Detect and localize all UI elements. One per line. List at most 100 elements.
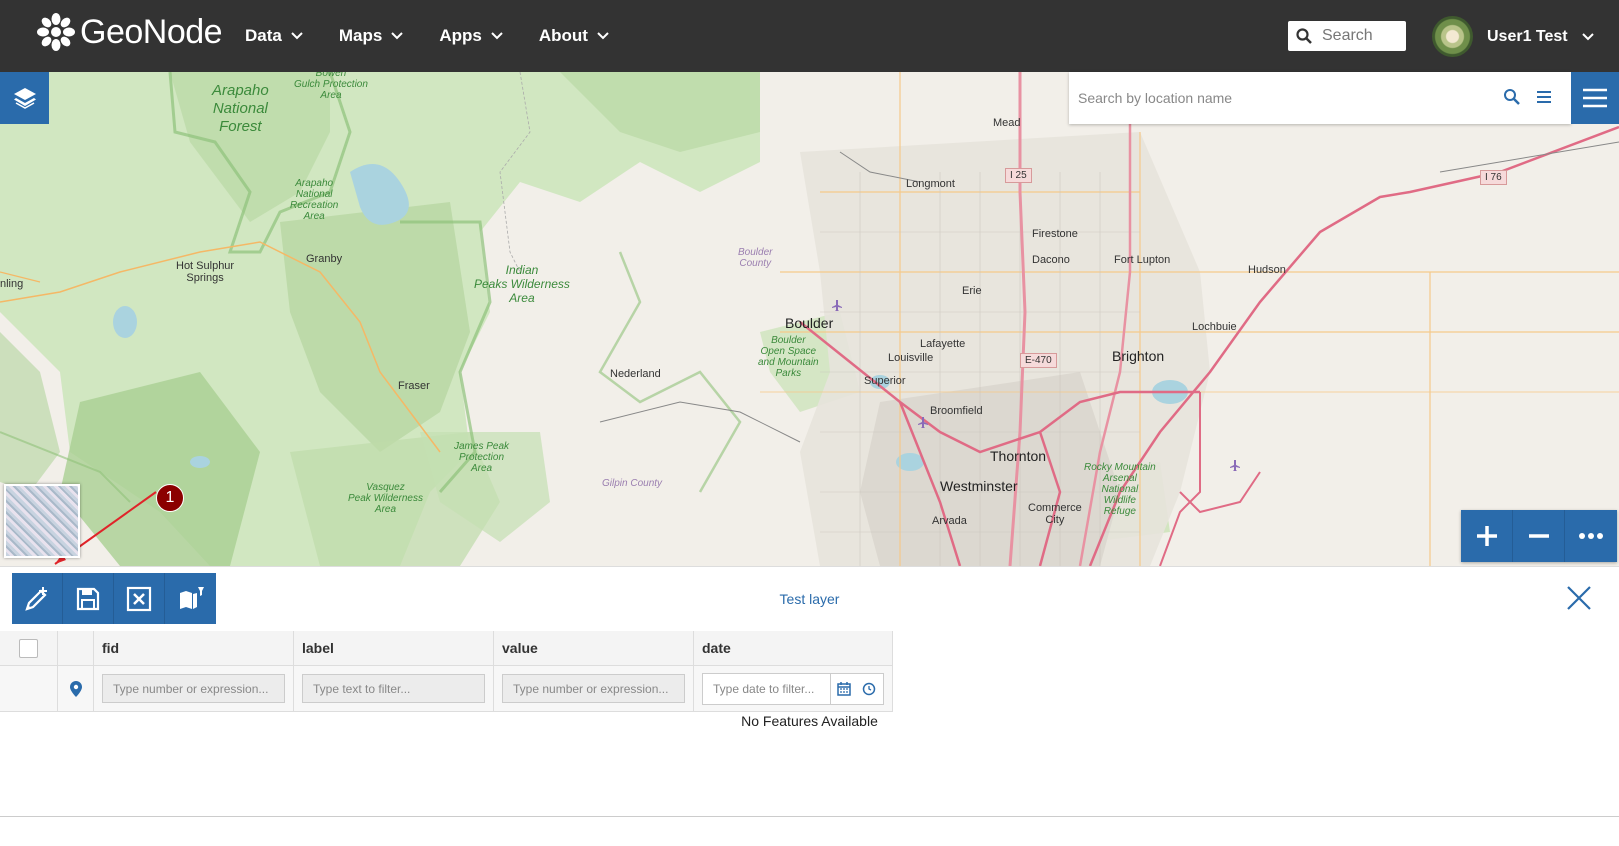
burger-menu-button[interactable] — [1571, 72, 1619, 124]
calendar-icon — [836, 681, 851, 696]
feature-grid: fid label value date — [0, 631, 893, 712]
location-search-input[interactable] — [1078, 90, 1478, 106]
spatial-filter-cell — [58, 666, 94, 711]
label-text: Bowen Gulch Protection Area — [294, 72, 368, 101]
label-hudson: Hudson — [1248, 264, 1286, 276]
calendar-button[interactable] — [831, 681, 856, 696]
label-boulder-county: Boulder County — [738, 247, 772, 269]
no-features-message: No Features Available — [741, 713, 878, 729]
geonode-flower-icon — [37, 13, 75, 51]
label-arapaho-rec: Arapaho National Recreation Area — [290, 178, 338, 222]
shield-i76: I 76 — [1480, 170, 1507, 185]
chevron-down-icon — [391, 32, 404, 40]
label-longmont: Longmont — [906, 178, 955, 190]
more-options-button[interactable] — [1565, 510, 1617, 562]
filter-input-value[interactable] — [502, 674, 685, 703]
label-bowen: Bowen Gulch Protection Area — [294, 72, 368, 101]
chevron-down-icon — [597, 32, 609, 40]
layers-icon — [13, 88, 36, 109]
layers-button[interactable] — [0, 72, 49, 124]
overview-minimap[interactable] — [4, 484, 80, 558]
top-navbar: GeoNode Data Maps Apps About User1 Test — [0, 0, 1619, 72]
label-superior: Superior — [864, 375, 906, 387]
label-boulder: Boulder — [785, 315, 834, 331]
label-text: Indian Peaks Wilderness Area — [474, 263, 570, 305]
close-panel-button[interactable] — [1566, 585, 1592, 616]
search-icon[interactable] — [1503, 88, 1521, 106]
shield-i25: I 25 — [1005, 168, 1032, 183]
label-dacono: Dacono — [1032, 254, 1070, 266]
layer-title: Test layer — [779, 591, 840, 607]
label-thornton: Thornton — [990, 448, 1047, 464]
location-search — [1069, 72, 1571, 124]
column-header-value[interactable]: value — [494, 631, 694, 665]
filter-cell-label — [294, 666, 494, 711]
label-boulder-open: Boulder Open Space and Mountain Parks — [758, 335, 819, 379]
clock-icon — [862, 682, 875, 695]
filter-input-label[interactable] — [302, 674, 485, 703]
label-ning: nling — [0, 278, 24, 290]
label-brighton: Brighton — [1112, 348, 1165, 364]
label-broomfield: Broomfield — [930, 405, 983, 417]
label-text: Boulder Open Space and Mountain Parks — [758, 335, 819, 379]
nav-apps[interactable]: Apps — [439, 26, 503, 46]
geonode-logo[interactable]: GeoNode — [36, 12, 223, 52]
user-menu[interactable]: User1 Test — [1432, 16, 1594, 57]
label-indian-peaks: Indian Peaks Wilderness Area — [474, 263, 570, 305]
grid-filter-row — [0, 666, 893, 712]
label-text: Arapaho National Forest — [212, 82, 269, 135]
label-text: Commerce City — [1028, 502, 1082, 526]
label-hot-sulphur: Hot Sulphur Springs — [176, 260, 234, 284]
column-header-fid[interactable]: fid — [94, 631, 294, 665]
zoom-in-button[interactable] — [1461, 510, 1513, 562]
filter-input-fid[interactable] — [102, 674, 285, 703]
column-header-date[interactable]: date — [694, 631, 893, 665]
select-all-checkbox[interactable] — [19, 638, 38, 658]
label-westminster: Westminster — [940, 478, 1018, 494]
close-icon — [1567, 586, 1591, 610]
filter-cell-fid — [94, 666, 294, 711]
label-erie: Erie — [962, 285, 982, 297]
time-button[interactable] — [856, 682, 881, 696]
chevron-down-icon — [491, 32, 503, 40]
label-james-peak: James Peak Protection Area — [454, 441, 509, 474]
chevron-down-icon — [291, 32, 303, 40]
nav-about-label: About — [538, 26, 588, 45]
map-marker-icon[interactable] — [69, 680, 82, 697]
filter-empty-cell — [0, 666, 58, 711]
column-header-label[interactable]: label — [294, 631, 494, 665]
nav-data[interactable]: Data — [245, 26, 303, 46]
label-gilpin: Gilpin County — [602, 478, 663, 489]
nav-about[interactable]: About — [539, 26, 609, 46]
avatar — [1432, 16, 1473, 57]
label-firestone: Firestone — [1032, 228, 1078, 240]
label-granby: Granby — [306, 253, 343, 265]
header-search-input[interactable] — [1322, 27, 1402, 45]
label-lafayette: Lafayette — [920, 338, 966, 350]
label-fraser: Fraser — [398, 380, 430, 392]
label-arvada: Arvada — [932, 515, 967, 527]
label-rocky-mountain: Rocky Mountain Arsenal National Wildlife… — [1084, 462, 1156, 517]
filter-cell-value — [494, 666, 694, 711]
label-text: Hot Sulphur Springs — [176, 260, 235, 284]
label-text: Arapaho National Recreation Area — [290, 178, 339, 222]
nav-maps-label: Maps — [338, 26, 383, 45]
label-text: Rocky Mountain Arsenal National Wildlife… — [1084, 462, 1156, 517]
tools-header-cell — [58, 631, 94, 665]
label-text: Boulder County — [738, 247, 773, 269]
hamburger-icon — [1583, 88, 1607, 108]
map-view[interactable]: Arapaho National Forest Bowen Gulch Prot… — [0, 72, 1619, 566]
header-search — [1288, 21, 1406, 51]
nav-maps[interactable]: Maps — [338, 26, 404, 46]
label-nederland: Nederland — [610, 368, 661, 380]
location-search-icons — [1503, 88, 1553, 106]
label-lochbuie: Lochbuie — [1192, 321, 1237, 333]
label-vasquez: Vasquez Peak Wilderness Area — [348, 482, 423, 515]
label-commerce: Commerce City — [1028, 502, 1082, 526]
zoom-out-button[interactable] — [1513, 510, 1565, 562]
filter-input-date[interactable] — [703, 673, 831, 704]
menu-lines-icon[interactable] — [1535, 88, 1553, 106]
ellipsis-icon — [1579, 533, 1603, 539]
plus-icon — [1476, 526, 1497, 546]
attribute-table-panel: Test layer fid label value date Type num… — [0, 566, 1619, 816]
